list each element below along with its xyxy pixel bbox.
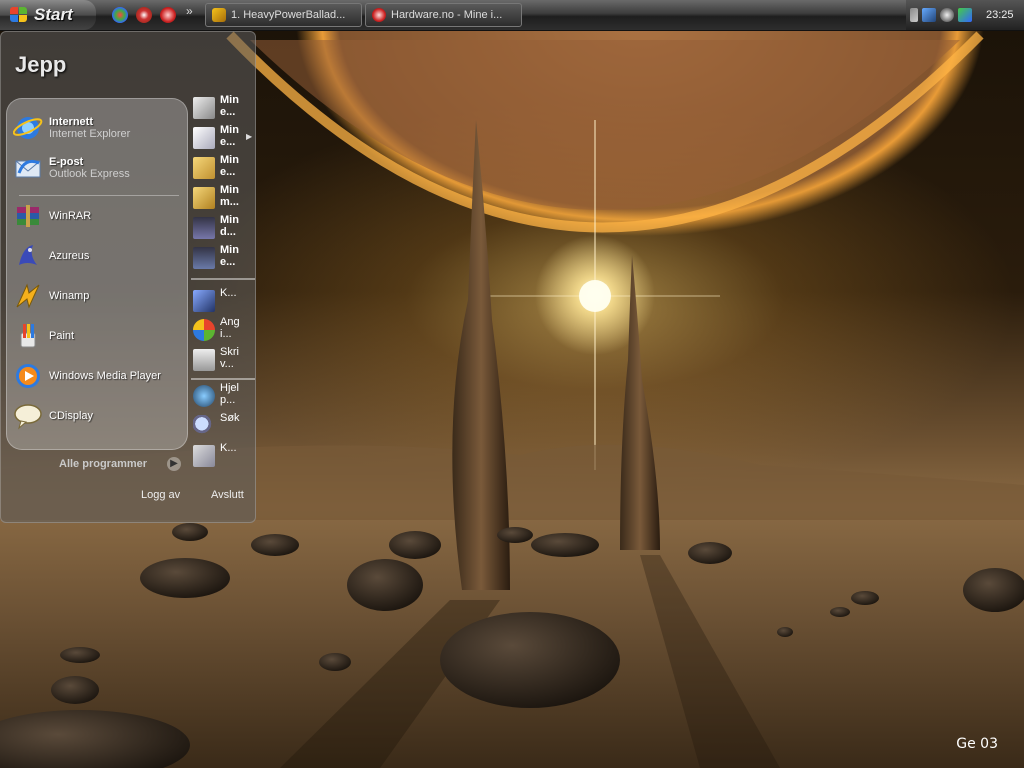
places-pane: Min e... Min e... Min e... Min m... Min …	[191, 92, 255, 472]
program-item-winrar[interactable]: WinRAR	[13, 199, 183, 233]
start-label: Start	[34, 5, 73, 24]
separator	[19, 195, 179, 196]
program-item-winamp[interactable]: Winamp	[13, 279, 183, 313]
program-name: Paint	[49, 330, 75, 342]
place-my-recent-documents[interactable]: Min e...	[193, 124, 253, 154]
place-my-music[interactable]: Min m...	[193, 184, 253, 214]
submenu-arrow-icon: ▶	[246, 132, 253, 141]
winamp-icon	[212, 8, 226, 22]
azureus-icon	[19, 245, 37, 265]
all-programs-arrow-icon[interactable]: ▶	[167, 457, 181, 471]
program-name: Internett	[49, 116, 93, 128]
programs-pane: Internett Internet Explorer E-post Outlo…	[6, 98, 188, 450]
program-name: WinRAR	[49, 210, 92, 222]
help-and-support[interactable]: Hjel p...	[193, 382, 253, 412]
quick-launch-app-icon[interactable]	[112, 7, 128, 23]
search[interactable]: Søk	[193, 412, 253, 442]
help-label: Søk	[220, 412, 240, 424]
system-tray: 23:25	[906, 0, 1024, 30]
program-name: Winamp	[49, 290, 90, 302]
place-my-computer[interactable]: Min d...	[193, 214, 253, 244]
place-label: Min m...	[220, 184, 239, 208]
place-label: Min e...	[220, 94, 239, 118]
network-icon[interactable]	[922, 8, 936, 22]
winrar-icon	[17, 205, 39, 227]
program-item-email[interactable]: E-post Outlook Express	[13, 151, 183, 185]
quick-launch	[112, 7, 176, 23]
place-my-documents[interactable]: Min e...	[193, 94, 253, 124]
start-menu: Jepp Internett Internet Explorer E-post …	[0, 31, 256, 523]
system-control-panel[interactable]: K...	[193, 287, 253, 317]
run[interactable]: K...	[193, 442, 253, 472]
quick-launch-browser-icon[interactable]	[136, 7, 152, 23]
user-name: Jepp	[15, 52, 67, 77]
desktop-corner-label: Ge 03	[956, 736, 998, 752]
printers-icon	[193, 349, 215, 371]
help-icon	[193, 385, 215, 407]
program-item-paint[interactable]: Paint	[13, 319, 183, 353]
run-icon	[193, 445, 215, 467]
task-label: Hardware.no - Mine i...	[391, 9, 503, 21]
place-label: Min e...	[220, 154, 239, 178]
search-icon	[193, 415, 215, 437]
my-documents-icon	[193, 97, 215, 119]
program-name: Windows Media Player	[49, 370, 161, 382]
default-programs-icon	[193, 319, 215, 341]
place-my-network[interactable]: Min e...	[193, 244, 253, 274]
program-item-media-player[interactable]: Windows Media Player	[13, 359, 183, 393]
log-off-button[interactable]: Logg av	[141, 489, 180, 501]
program-subtitle: Internet Explorer	[49, 128, 131, 140]
quick-launch-player-icon[interactable]	[160, 7, 176, 23]
winamp-icon	[16, 283, 40, 309]
my-computer-icon	[193, 217, 215, 239]
clock: 23:25	[986, 9, 1014, 21]
task-button-winamp[interactable]: 1. HeavyPowerBallad...	[205, 3, 362, 27]
help-label: K...	[220, 442, 237, 454]
messenger-icon[interactable]	[958, 8, 972, 22]
control-panel-icon	[193, 290, 215, 312]
cdisplay-icon	[14, 404, 42, 430]
program-item-internet[interactable]: Internett Internet Explorer	[13, 111, 183, 145]
all-programs-button[interactable]: Alle programmer	[59, 458, 147, 470]
tray-arrow-icon[interactable]	[910, 8, 918, 22]
system-printers[interactable]: Skri v...	[193, 346, 253, 376]
my-network-icon	[193, 247, 215, 269]
separator	[191, 278, 255, 280]
system-default-programs[interactable]: Ang i...	[193, 316, 253, 346]
my-recent-documents-icon	[193, 127, 215, 149]
place-label: Min e...	[220, 124, 239, 148]
place-label: Min d...	[220, 214, 239, 238]
system-label: Skri v...	[220, 346, 239, 370]
browser-icon	[372, 8, 386, 22]
shut-down-button[interactable]: Avslutt	[211, 489, 244, 501]
program-item-cdisplay[interactable]: CDisplay	[13, 399, 183, 433]
program-name: CDisplay	[49, 410, 94, 422]
separator	[191, 378, 255, 380]
media-player-icon	[16, 364, 40, 388]
taskbar: Start » 1. HeavyPowerBallad... Hardware.…	[0, 0, 1024, 31]
program-subtitle: Outlook Express	[49, 168, 130, 180]
help-label: Hjel p...	[220, 382, 239, 406]
system-label: Ang i...	[220, 316, 240, 340]
quick-launch-chevron[interactable]: »	[186, 4, 193, 18]
place-label: Min e...	[220, 244, 239, 268]
program-name: E-post	[49, 156, 84, 168]
program-name: Azureus	[49, 250, 90, 262]
system-label: K...	[220, 287, 237, 299]
start-button[interactable]: Start	[0, 0, 96, 30]
task-button-browser[interactable]: Hardware.no - Mine i...	[365, 3, 522, 27]
my-pictures-icon	[193, 157, 215, 179]
paint-icon	[20, 324, 36, 348]
place-my-pictures[interactable]: Min e...	[193, 154, 253, 184]
steam-icon[interactable]	[940, 8, 954, 22]
outlook-express-icon	[15, 159, 41, 178]
windows-flag-icon	[10, 7, 28, 23]
my-music-icon	[193, 187, 215, 209]
internet-explorer-icon	[13, 117, 43, 139]
program-item-azureus[interactable]: Azureus	[13, 239, 183, 273]
task-label: 1. HeavyPowerBallad...	[231, 9, 346, 21]
